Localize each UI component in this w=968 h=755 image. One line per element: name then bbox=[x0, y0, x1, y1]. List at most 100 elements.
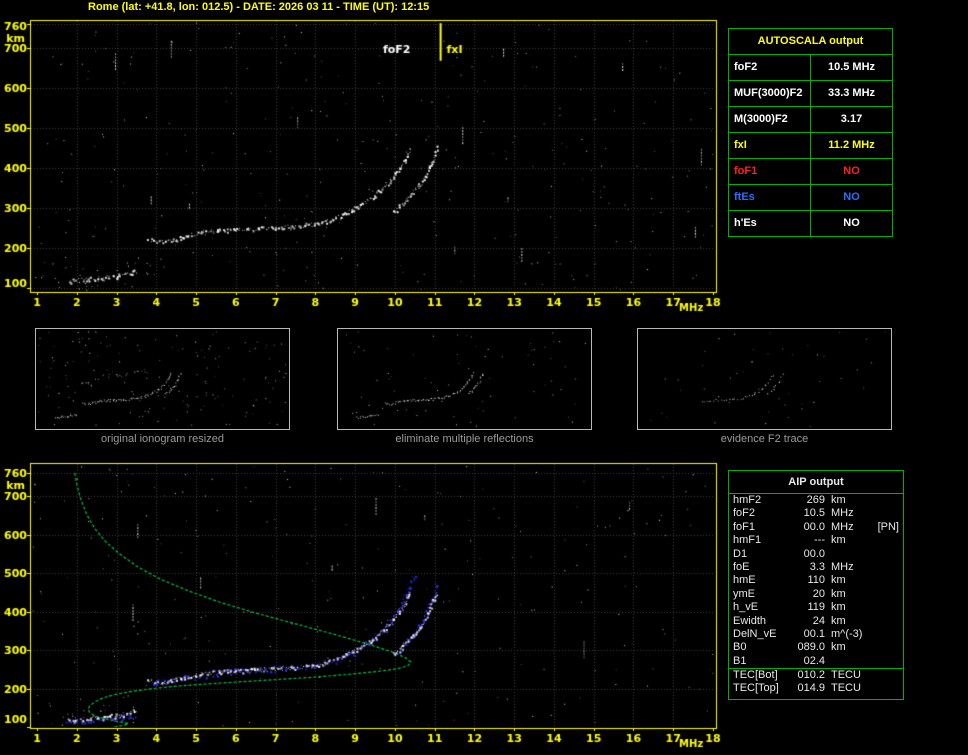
aip-extra bbox=[871, 641, 899, 654]
aip-extra bbox=[871, 655, 899, 668]
aip-row-ewidth: Ewidth 24 km bbox=[729, 615, 903, 628]
aip-value: 24 bbox=[812, 614, 825, 627]
aip-unit: MHz bbox=[831, 520, 854, 533]
autoscala-row-fof2: foF2 10.5 MHz bbox=[729, 55, 892, 81]
autoscala-param-value: 11.2 MHz bbox=[828, 139, 875, 151]
aip-row-fof2: foF2 10.5 MHz bbox=[729, 507, 903, 520]
aip-extra bbox=[871, 682, 899, 695]
thumbnail-no-reflections: eliminate multiple reflections bbox=[337, 328, 592, 445]
aip-value: 269 bbox=[806, 494, 825, 506]
restored-ionogram-plot bbox=[0, 455, 728, 755]
aip-value: 20 bbox=[812, 587, 825, 600]
thumbnail-caption-f2: evidence F2 trace bbox=[720, 433, 809, 445]
aip-unit: m^(-3) bbox=[831, 627, 863, 640]
aip-output-table: AIP output hmF2 269 km foF2 10.5 MHz foF1 00.0 M… bbox=[728, 470, 904, 700]
autoscala-param-value: NO bbox=[843, 191, 860, 203]
aip-unit: TECU bbox=[831, 682, 861, 695]
aip-row-h-ve: h_vE 119 km bbox=[729, 601, 903, 614]
aip-value: 014.9 bbox=[797, 682, 825, 695]
aip-extra bbox=[871, 615, 899, 628]
aip-unit bbox=[825, 548, 871, 561]
aip-row-b1: B1 02.4 bbox=[729, 655, 903, 668]
aip-row-hmf2: hmF2 269 km bbox=[729, 494, 903, 507]
aip-row-b0: B0 089.0 km bbox=[729, 641, 903, 654]
thumbnail-original: original ionogram resized bbox=[35, 328, 290, 445]
aip-label: ymE bbox=[733, 587, 755, 600]
autoscala-param-label: M(3000)F2 bbox=[729, 107, 811, 132]
aip-extra bbox=[871, 601, 899, 614]
autoscala-row-h-es: h'Es NO bbox=[729, 211, 892, 236]
aip-extra bbox=[871, 494, 899, 507]
aip-value: 110 bbox=[807, 574, 825, 587]
aip-extra bbox=[871, 534, 899, 547]
aip-extra: [PN] bbox=[877, 520, 899, 533]
autoscala-param-label: MUF(3000)F2 bbox=[729, 81, 811, 106]
original-ionogram-thumbnail bbox=[35, 328, 290, 430]
aip-row-hmf1: hmF1 --- km bbox=[729, 534, 903, 547]
aip-label: DelN_vE bbox=[733, 627, 777, 640]
aip-extra bbox=[871, 588, 899, 601]
aip-value: 00.1 bbox=[803, 627, 825, 640]
aip-extra bbox=[871, 507, 899, 520]
autoscala-param-value: 3.17 bbox=[840, 113, 863, 125]
aip-value: 00.0 bbox=[803, 520, 825, 533]
aip-unit: MHz bbox=[831, 560, 854, 573]
autoscala-param-label: ftEs bbox=[729, 185, 811, 210]
aip-row-yme: ymE 20 km bbox=[729, 588, 903, 601]
autoscala-param-label: fxI bbox=[729, 133, 811, 158]
aip-extra bbox=[871, 561, 899, 574]
aip-label: Ewidth bbox=[733, 614, 767, 627]
aip-label: hmF2 bbox=[733, 494, 762, 506]
aip-row-tec-bot-: TEC[Bot] 010.2 TECU bbox=[729, 668, 903, 682]
aip-unit: km bbox=[831, 614, 846, 627]
aip-row-tec-top-: TEC[Top] 014.9 TECU bbox=[729, 682, 903, 695]
aip-unit: km bbox=[831, 587, 846, 600]
autoscala-row-muf-3000-f2: MUF(3000)F2 33.3 MHz bbox=[729, 81, 892, 107]
aip-value: --- bbox=[814, 534, 825, 547]
aip-label: D1 bbox=[733, 547, 748, 560]
aip-extra bbox=[871, 548, 899, 561]
aip-label: B1 bbox=[733, 654, 747, 667]
autoscala-row-fof1: foF1 NO bbox=[729, 159, 892, 185]
aip-row-fof1: foF1 00.0 MHz [PN] bbox=[729, 521, 903, 534]
aip-label: TEC[Top] bbox=[733, 682, 779, 695]
aip-value: 10.5 bbox=[803, 507, 825, 520]
eliminate-reflections-thumbnail bbox=[337, 328, 592, 430]
aip-value: 02.4 bbox=[803, 654, 825, 667]
aip-unit: km bbox=[831, 601, 846, 614]
aip-row-foe: foE 3.3 MHz bbox=[729, 561, 903, 574]
autoscala-param-label: foF1 bbox=[729, 159, 811, 184]
aip-value: 089.0 bbox=[797, 641, 825, 654]
aip-label: foF1 bbox=[733, 520, 756, 533]
aip-unit: TECU bbox=[831, 669, 861, 682]
aip-unit: km bbox=[831, 494, 846, 506]
autoscala-row-fxi: fxI 11.2 MHz bbox=[729, 133, 892, 159]
autoscala-param-value: 10.5 MHz bbox=[827, 61, 876, 73]
autoscala-screen: Rome (lat: +41.8, lon: 012.5) - DATE: 20… bbox=[0, 0, 968, 755]
aip-row-deln-ve: DelN_vE 00.1 m^(-3) bbox=[729, 628, 903, 641]
aip-label: foE bbox=[733, 560, 750, 573]
autoscala-param-value: NO bbox=[843, 165, 860, 177]
aip-value: 010.2 bbox=[797, 669, 825, 682]
autoscala-row-m-3000-f2: M(3000)F2 3.17 bbox=[729, 107, 892, 133]
autoscala-output-table: AUTOSCALA output foF2 10.5 MHz MUF(3000)F2… bbox=[728, 28, 893, 237]
aip-extra bbox=[871, 669, 899, 682]
aip-extra bbox=[871, 628, 899, 641]
aip-table-title: AIP output bbox=[729, 471, 903, 494]
aip-table-rows: hmF2 269 km foF2 10.5 MHz foF1 00.0 MHz [PN] hmF1 -… bbox=[729, 494, 903, 696]
aip-unit: km bbox=[831, 574, 846, 587]
evidence-f2-thumbnail bbox=[637, 328, 892, 430]
autoscala-row-ftes: ftEs NO bbox=[729, 185, 892, 211]
aip-value: 3.3 bbox=[809, 560, 825, 573]
autoscala-param-value: NO bbox=[843, 217, 860, 229]
thumbnail-f2-evidence: evidence F2 trace bbox=[637, 328, 892, 445]
aip-label: TEC[Bot] bbox=[733, 669, 778, 682]
aip-value: 00.0 bbox=[803, 547, 825, 560]
aip-unit: km bbox=[831, 641, 846, 654]
aip-row-hme: hmE 110 km bbox=[729, 574, 903, 587]
aip-label: B0 bbox=[733, 641, 747, 654]
autoscala-table-rows: foF2 10.5 MHz MUF(3000)F2 33.3 MHz M(3000)F2… bbox=[729, 55, 892, 236]
aip-row-d1: D1 00.0 bbox=[729, 548, 903, 561]
aip-value: 119 bbox=[807, 601, 825, 614]
aip-label: hmE bbox=[733, 574, 756, 587]
